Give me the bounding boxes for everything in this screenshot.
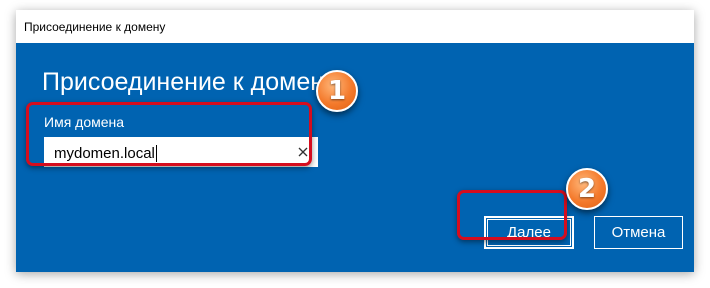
step-badge-1: 1	[316, 70, 358, 112]
dialog-title: Присоединение к домену	[42, 68, 337, 96]
window-title: Присоединение к домену	[24, 20, 166, 34]
step-badge-2: 2	[566, 168, 608, 210]
next-button-highlight	[457, 190, 567, 240]
title-bar: Присоединение к домену	[16, 10, 694, 43]
domain-field-highlight	[26, 102, 312, 166]
cancel-button[interactable]: Отмена	[594, 216, 683, 249]
